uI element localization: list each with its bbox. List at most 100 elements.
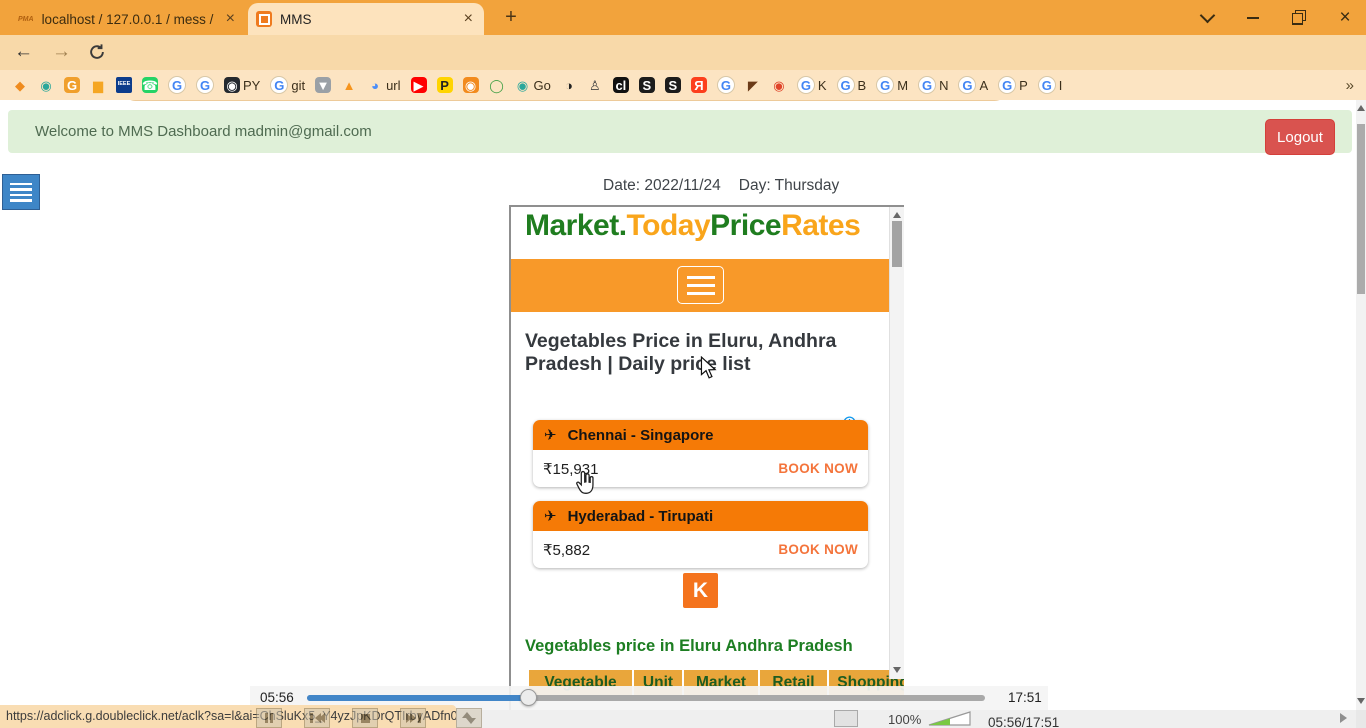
back-icon[interactable]: ← [14, 41, 33, 63]
bookmark-google-a[interactable]: GA [958, 76, 988, 94]
previous-button[interactable] [304, 708, 330, 728]
frame-scrollbar-thumb[interactable] [892, 221, 902, 267]
bookmark-yandex[interactable]: Я [691, 77, 707, 93]
bookmark-penguin[interactable]: ◑ [561, 77, 577, 93]
tab-close-icon[interactable]: × [461, 11, 476, 27]
google-a-icon: G [958, 76, 976, 94]
swirl-teal-icon: ◉ [38, 77, 54, 93]
tab-search-chevron-icon[interactable] [1192, 0, 1222, 35]
bookmark-whatsapp[interactable]: ☎ [142, 77, 158, 93]
window-close-button[interactable]: × [1330, 0, 1360, 35]
bookmark-label: A [979, 78, 988, 93]
bookmark-youtube[interactable]: ▶ [411, 77, 427, 93]
book-now-button[interactable]: BOOK NOW [778, 542, 858, 557]
bookmark-swirl-teal-2[interactable]: ◉Go [515, 77, 551, 93]
playlist-button[interactable] [456, 708, 482, 728]
bookmark-google-g-1[interactable]: G [168, 76, 186, 94]
bookmark-s-dark-2[interactable]: S [665, 77, 681, 93]
scroll-down-icon[interactable] [1357, 698, 1365, 704]
plane-icon: ✈ [544, 507, 557, 525]
bookmark-s-dark-1[interactable]: S [639, 77, 655, 93]
reload-icon[interactable] [88, 43, 106, 66]
bookmark-google-g-2[interactable]: G [196, 76, 214, 94]
bookmark-green-ring[interactable]: ◯ [489, 77, 505, 93]
bookmark-google-k[interactable]: GK [797, 76, 827, 94]
google-n-icon: G [918, 76, 936, 94]
bookmark-swirl-teal[interactable]: ◉ [38, 77, 54, 93]
bookmark-google-i[interactable]: GI [1038, 76, 1063, 94]
flight-ad-1[interactable]: ✈ Chennai - Singapore ₹15,931 BOOK NOW [533, 420, 868, 487]
tab-phpmyadmin[interactable]: PMA localhost / 127.0.0.1 / mess / use × [10, 4, 246, 34]
flight-ad-2[interactable]: ✈ Hyderabad - Tirupati ₹5,882 BOOK NOW [533, 501, 868, 568]
s-dark-2-icon: S [665, 77, 681, 93]
scroll-up-icon[interactable] [893, 212, 901, 218]
bookmark-plane-dark[interactable]: ◤ [745, 77, 761, 93]
seek-thumb[interactable] [520, 689, 537, 706]
welcome-banner: Welcome to MMS Dashboard madmin@gmail.co… [8, 110, 1352, 153]
window-minimize-button[interactable] [1238, 0, 1268, 35]
pause-button[interactable] [256, 708, 282, 728]
forward-icon[interactable]: → [52, 41, 71, 63]
bookmark-cl-black[interactable]: cl [613, 77, 629, 93]
youtube-icon: ▶ [411, 77, 427, 93]
bookmarks-bar: ◆◉G▆IEEE☎GG◉PYGgit▼▲◕url▶P◉◯◉Go◑♙clSSЯG◤… [0, 70, 1366, 100]
logout-button[interactable]: Logout [1265, 119, 1335, 155]
bookmark-red-eye[interactable]: ◉ [771, 77, 787, 93]
stop-button[interactable] [352, 708, 378, 728]
scroll-up-icon[interactable] [1357, 105, 1365, 111]
section-heading: Vegetables price in Eluru Andhra Pradesh [525, 637, 853, 656]
player-transport-controls [256, 708, 482, 728]
swirl-teal-2-icon: ◉ [515, 77, 531, 93]
play-arrow-icon[interactable] [1340, 713, 1347, 723]
bookmark-orange-g[interactable]: G [64, 77, 80, 93]
seek-track[interactable] [307, 695, 985, 701]
speaker-icon[interactable] [926, 708, 976, 728]
bookmark-url-swirl[interactable]: ◕url [367, 77, 400, 93]
bookmark-label: I [1059, 78, 1063, 93]
bookmarks-overflow-chevron[interactable]: » [1346, 70, 1354, 100]
bookmark-google-m[interactable]: GM [876, 76, 908, 94]
bookmark-google-p[interactable]: GP [998, 76, 1028, 94]
book-now-button[interactable]: BOOK NOW [778, 461, 858, 476]
frame-scrollbar[interactable] [889, 207, 904, 679]
kite-icon: ◆ [12, 77, 28, 93]
window-restore-button[interactable] [1284, 0, 1314, 35]
day-label: Day: Thursday [739, 177, 840, 195]
penguin-icon: ◑ [561, 77, 577, 93]
red-eye-icon: ◉ [771, 77, 787, 93]
yandex-icon: Я [691, 77, 707, 93]
bookmark-pma-sail[interactable]: ▲ [341, 77, 357, 93]
sidebar-menu-button[interactable] [2, 174, 40, 210]
scroll-down-icon[interactable] [893, 667, 901, 673]
camera-orange-icon: ◉ [463, 77, 479, 93]
player-option-box[interactable] [834, 710, 858, 727]
bookmark-archive-gray[interactable]: ▼ [315, 77, 331, 93]
bookmark-kite[interactable]: ◆ [12, 77, 28, 93]
ad-price: ₹5,882 [543, 541, 590, 559]
bookmark-p-yellow[interactable]: P [437, 77, 453, 93]
bookmark-google-g-3[interactable]: G [717, 76, 735, 94]
bookmark-camera-orange[interactable]: ◉ [463, 77, 479, 93]
bookmark-label: B [858, 78, 867, 93]
time-display: 05:56/17:51 [988, 715, 1059, 728]
scrollbar-corner [1356, 710, 1366, 728]
ad-header: ✈ Hyderabad - Tirupati [533, 501, 868, 531]
next-button[interactable] [400, 708, 426, 728]
bookmark-ieee[interactable]: IEEE [116, 77, 132, 93]
bookmark-google-n[interactable]: GN [918, 76, 948, 94]
tab-close-icon[interactable]: × [223, 11, 238, 27]
bookmark-google-git[interactable]: Ggit [270, 76, 305, 94]
brand-segment: Price [710, 209, 781, 242]
google-g-2-icon: G [196, 76, 214, 94]
site-navbar-toggle-button[interactable] [677, 266, 724, 304]
page-scrollbar-thumb[interactable] [1357, 124, 1365, 294]
page-scrollbar[interactable] [1356, 100, 1366, 710]
bookmark-github[interactable]: ◉PY [224, 77, 260, 93]
bookmark-analytics-bars[interactable]: ▆ [90, 77, 106, 93]
new-tab-button[interactable]: + [498, 4, 524, 30]
bookmark-google-b[interactable]: GB [837, 76, 867, 94]
bookmark-label: Go [534, 78, 551, 93]
tab-mms-active[interactable]: MMS × [248, 3, 484, 35]
bookmark-runner[interactable]: ♙ [587, 77, 603, 93]
brand-segment: Today [627, 209, 711, 242]
